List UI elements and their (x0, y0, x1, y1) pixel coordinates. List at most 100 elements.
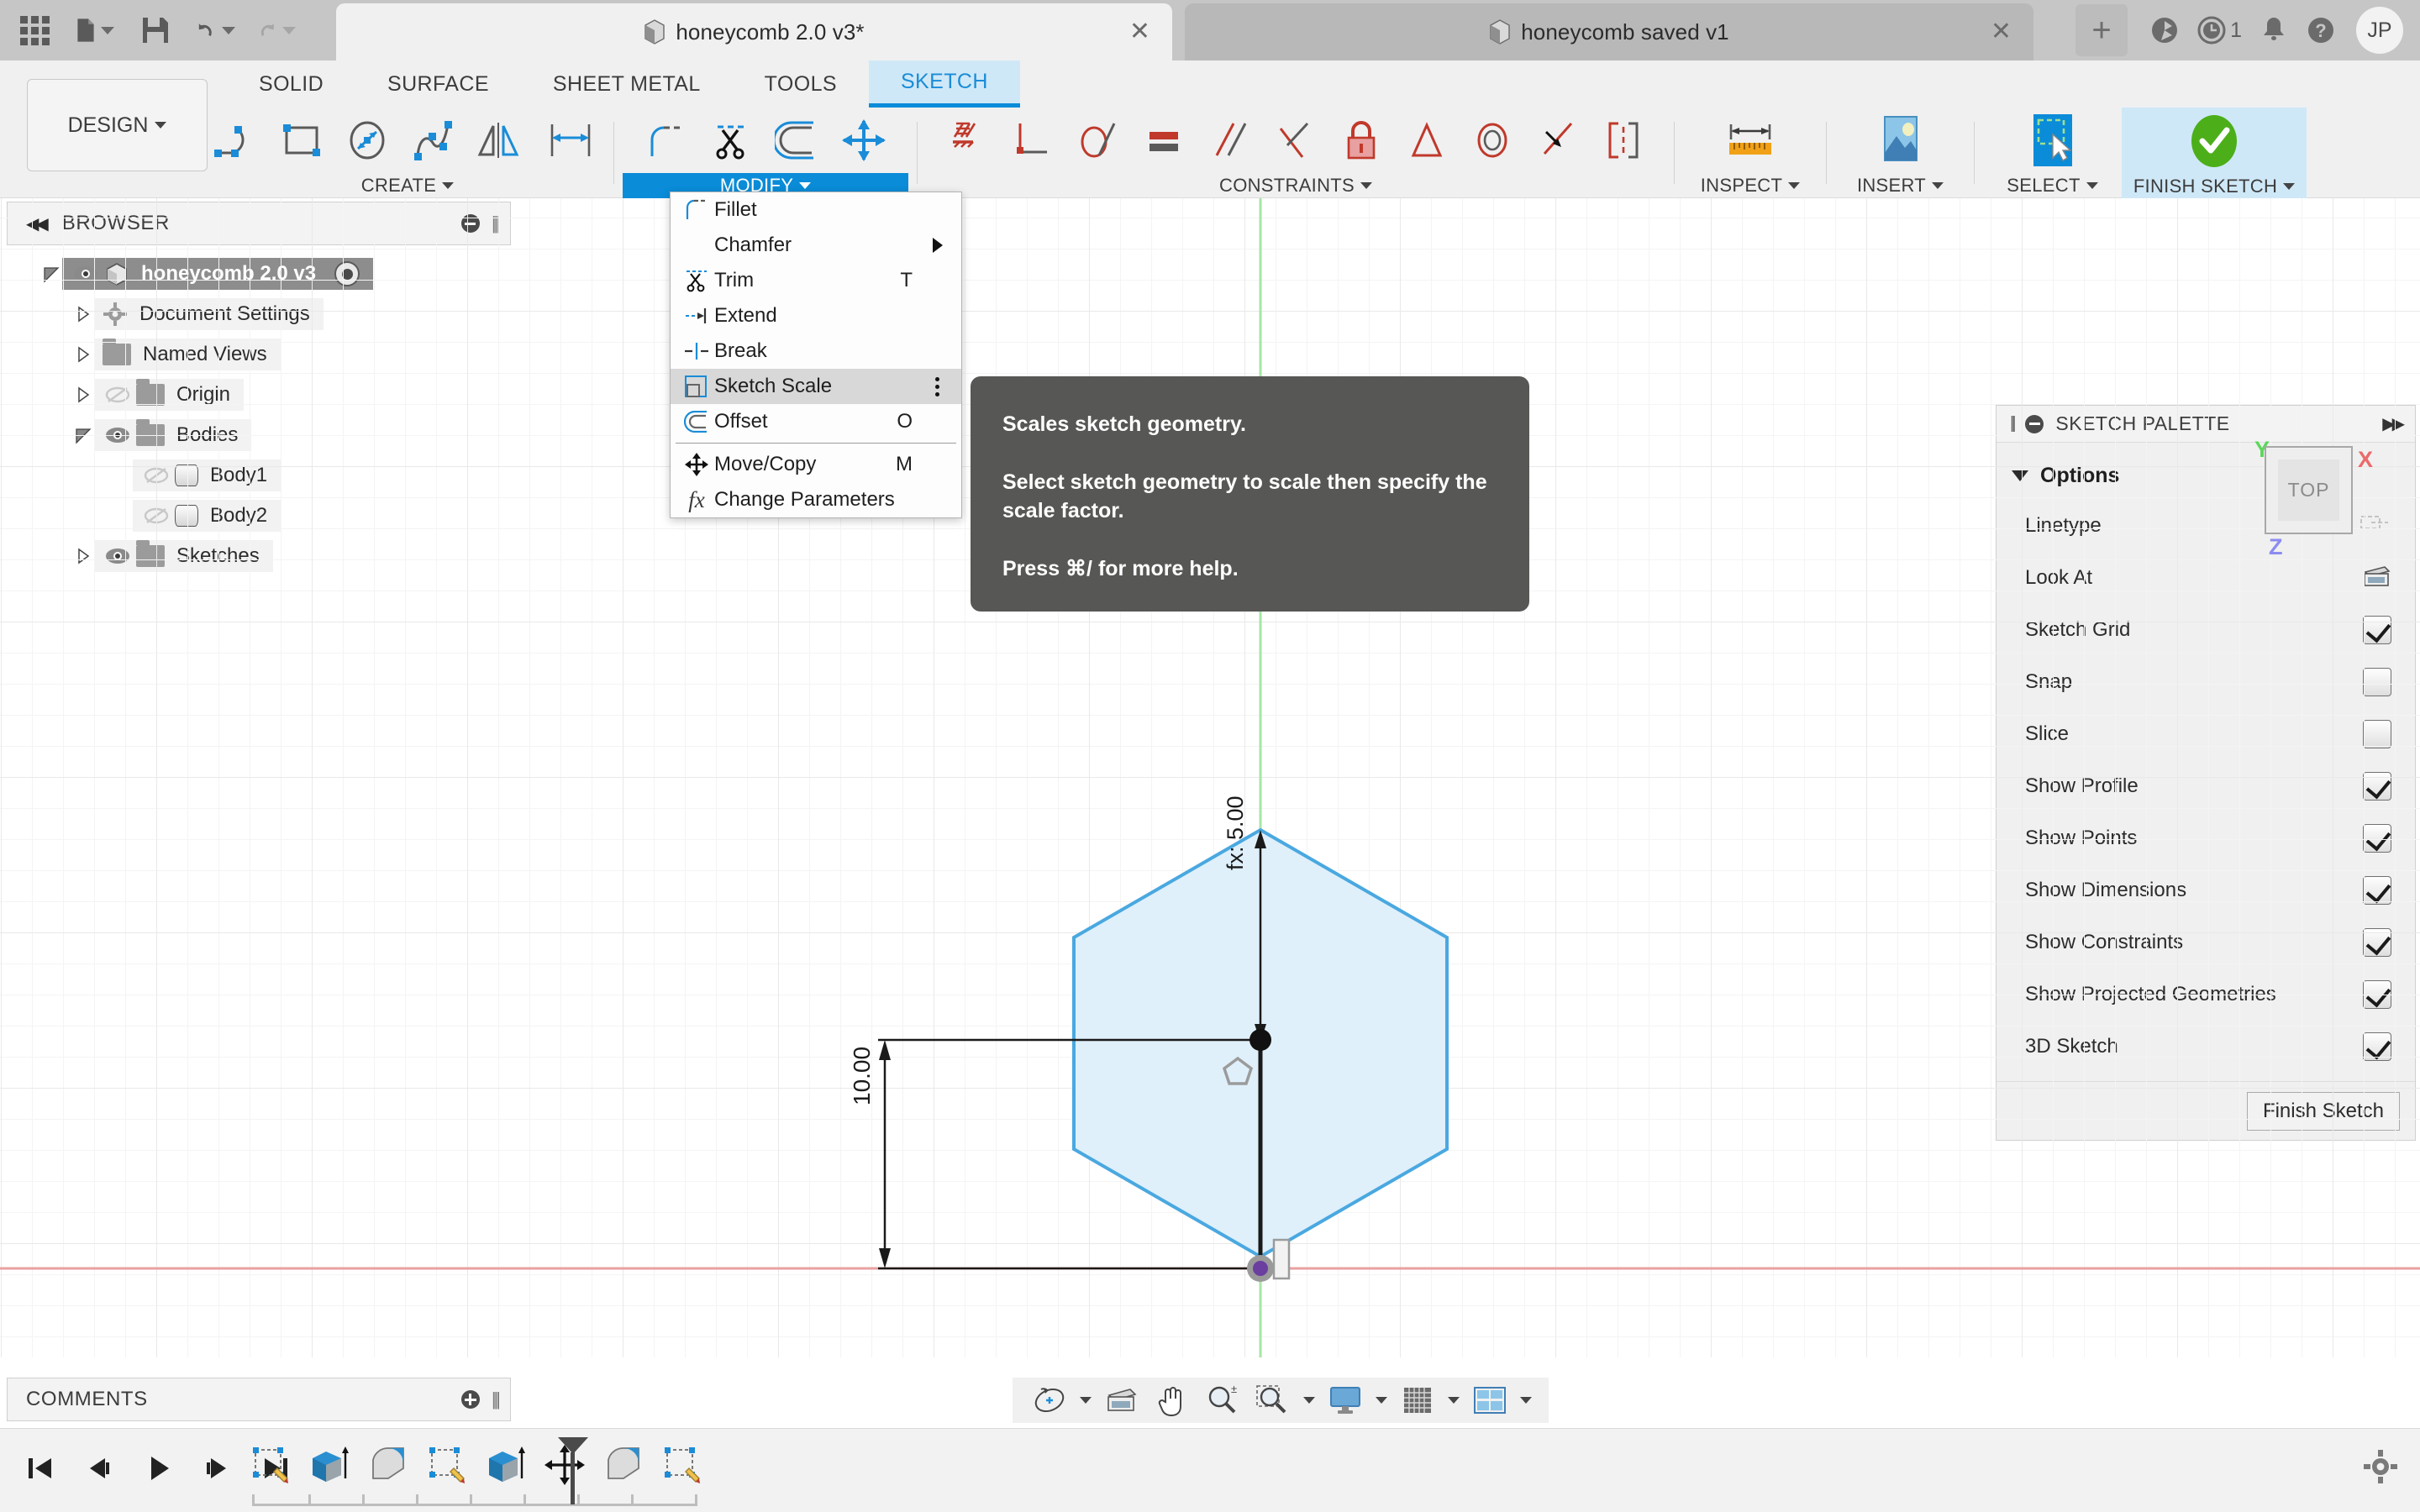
step-forward-icon[interactable] (193, 1442, 240, 1494)
orbit-icon[interactable] (1024, 1378, 1075, 1423)
chevron-down-icon[interactable] (222, 26, 235, 34)
add-comment-icon[interactable] (460, 1390, 480, 1409)
save-icon[interactable] (136, 11, 175, 50)
document-tab-inactive[interactable]: honeycomb saved v1 ✕ (1185, 3, 2033, 60)
curvature-icon[interactable] (1525, 108, 1591, 173)
fillet-feature-icon[interactable] (597, 1439, 650, 1491)
panel-create-label[interactable]: CREATE (210, 173, 605, 198)
extrude-feature-icon[interactable] (479, 1439, 533, 1491)
menu-item-move-copy[interactable]: Move/Copy M (671, 447, 961, 482)
fillet-feature-icon[interactable] (361, 1439, 415, 1491)
tab-surface[interactable]: SURFACE (355, 60, 521, 108)
undo-icon[interactable] (197, 11, 235, 50)
arc-icon[interactable] (203, 108, 269, 173)
perpendicular-icon[interactable] (1263, 108, 1328, 173)
comments-panel[interactable]: COMMENTS ||| (7, 1378, 511, 1421)
menu-item-chamfer[interactable]: Chamfer (671, 228, 961, 263)
add-tab-label: + (2091, 12, 2112, 49)
pan-icon[interactable] (1147, 1378, 1197, 1423)
sketch-canvas[interactable]: fx: 5.00 10.00 -25 Y X Z TOP (0, 198, 2420, 1357)
tab-sketch[interactable]: SKETCH (868, 60, 1020, 108)
step-back-icon[interactable] (76, 1442, 123, 1494)
tab-tools[interactable]: TOOLS (733, 60, 869, 108)
fillet-icon[interactable] (634, 108, 700, 173)
chevron-down-icon[interactable] (1370, 1378, 1392, 1423)
go-to-beginning-icon[interactable] (17, 1442, 64, 1494)
play-icon[interactable] (134, 1442, 182, 1494)
move-copy-icon[interactable] (831, 108, 897, 173)
view-cube[interactable]: TOP (2265, 446, 2353, 534)
offset-distance-dimension[interactable]: 10.00 (849, 1047, 876, 1105)
tangent-icon[interactable] (1066, 108, 1132, 173)
menu-item-trim[interactable]: Trim T (671, 263, 961, 298)
menu-item-change-parameters[interactable]: fx Change Parameters (671, 482, 961, 517)
trim-scissors-icon[interactable] (700, 108, 765, 173)
parallel-icon[interactable] (1197, 108, 1263, 173)
grip-icon[interactable]: ||| (492, 1389, 501, 1410)
avatar[interactable]: JP (2356, 7, 2403, 54)
redo-icon[interactable] (257, 11, 296, 50)
chevron-down-icon[interactable] (282, 26, 296, 34)
insert-image-icon[interactable] (1868, 108, 1933, 173)
extensions-icon[interactable] (2141, 0, 2188, 60)
dimension-icon[interactable] (531, 108, 612, 173)
close-icon[interactable]: ✕ (1991, 19, 2012, 45)
circle-diameter-icon[interactable] (334, 108, 400, 173)
chevron-down-icon[interactable] (1443, 1378, 1465, 1423)
menu-item-break[interactable]: Break (671, 333, 961, 369)
tab-sheet-metal[interactable]: SHEET METAL (521, 60, 733, 108)
fix-ground-icon[interactable] (935, 108, 1001, 173)
concentric-icon[interactable] (1460, 108, 1525, 173)
add-tab-button[interactable]: + (2075, 4, 2128, 56)
extrude-feature-icon[interactable] (302, 1439, 356, 1491)
menu-item-offset[interactable]: Offset O (671, 404, 961, 439)
horizontal-vertical-icon[interactable] (1001, 108, 1066, 173)
workspace-selector[interactable]: DESIGN (27, 79, 208, 171)
fit-icon[interactable] (1248, 1378, 1298, 1423)
panel-inspect-label[interactable]: INSPECT (1683, 173, 1818, 198)
menu-item-extend[interactable]: Extend (671, 298, 961, 333)
recent-activity-icon[interactable]: 1 (2188, 0, 2250, 60)
hexagon-radius-dimension[interactable]: fx: 5.00 (1223, 795, 1249, 870)
finish-sketch-check-icon[interactable] (2181, 108, 2247, 174)
chevron-down-icon[interactable] (1515, 1378, 1537, 1423)
notifications-bell-icon[interactable] (2250, 0, 2297, 60)
equal-icon[interactable] (1132, 108, 1197, 173)
panel-constraints-label[interactable]: CONSTRAINTS (926, 173, 1665, 198)
chevron-down-icon[interactable] (101, 26, 114, 34)
symmetry-icon[interactable] (1394, 108, 1460, 173)
display-settings-icon[interactable] (1320, 1378, 1370, 1423)
sketch-feature-icon[interactable] (655, 1439, 709, 1491)
midpoint-icon[interactable] (1591, 108, 1656, 173)
panel-insert-label[interactable]: INSERT (1835, 173, 1965, 198)
sketch-feature-icon[interactable] (420, 1439, 474, 1491)
spline-icon[interactable] (400, 108, 466, 173)
offset-icon[interactable] (765, 108, 831, 173)
rectangle-icon[interactable] (269, 108, 334, 173)
menu-item-sketch-scale[interactable]: Sketch Scale (671, 369, 961, 404)
timeline-end-marker[interactable] (555, 1436, 592, 1510)
panel-select-label[interactable]: SELECT (1983, 173, 2122, 198)
fix-lock-icon[interactable] (1328, 108, 1394, 173)
zoom-icon[interactable]: ± (1197, 1378, 1248, 1423)
tab-solid[interactable]: SOLID (227, 60, 355, 108)
sketch-feature-icon[interactable] (244, 1439, 297, 1491)
apps-grid-icon[interactable] (15, 11, 54, 50)
menu-item-fillet[interactable]: Fillet (671, 192, 961, 228)
chevron-down-icon[interactable] (1075, 1378, 1097, 1423)
select-window-icon[interactable] (2020, 108, 2086, 173)
viewports-icon[interactable] (1465, 1378, 1515, 1423)
mirror-icon[interactable] (466, 108, 531, 173)
new-file-icon[interactable] (76, 11, 114, 50)
panel-insert-text: INSERT (1856, 175, 1927, 196)
look-at-icon[interactable] (1097, 1378, 1147, 1423)
settings-gear-icon[interactable] (2363, 1449, 2398, 1488)
help-icon[interactable]: ? (2297, 0, 2344, 60)
grid-snap-icon[interactable] (1392, 1378, 1443, 1423)
overflow-dots-icon[interactable] (935, 376, 939, 396)
measure-icon[interactable] (1710, 108, 1791, 173)
close-icon[interactable]: ✕ (1129, 19, 1150, 45)
chevron-down-icon[interactable] (1298, 1378, 1320, 1423)
panel-finish-sketch-label[interactable]: FINISH SKETCH (2122, 174, 2307, 198)
document-tab-active[interactable]: honeycomb 2.0 v3* ✕ (336, 3, 1172, 60)
